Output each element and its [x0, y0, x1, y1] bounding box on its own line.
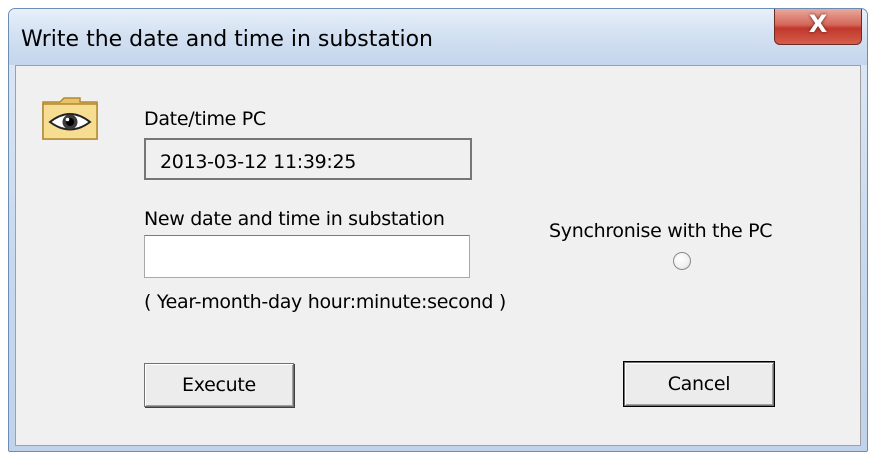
pc-time-label: Date/time PC — [144, 108, 266, 130]
eye-folder-icon — [40, 94, 100, 142]
title-bar[interactable]: Write the date and time in substation X — [9, 9, 867, 65]
cancel-button[interactable]: Cancel — [623, 361, 775, 407]
sync-radio[interactable] — [673, 252, 691, 270]
dialog-window: Write the date and time in substation X … — [8, 8, 868, 452]
pc-time-value: 2013-03-12 11:39:25 — [144, 138, 472, 180]
close-icon: X — [808, 10, 828, 38]
execute-button[interactable]: Execute — [144, 363, 294, 407]
new-time-label: New date and time in substation — [144, 208, 445, 230]
dialog-title: Write the date and time in substation — [21, 27, 433, 52]
dialog-body: Date/time PC 2013-03-12 11:39:25 New dat… — [15, 65, 861, 446]
close-button[interactable]: X — [774, 9, 862, 45]
sync-label: Synchronise with the PC — [549, 220, 773, 242]
new-time-input[interactable] — [144, 235, 470, 278]
format-hint: ( Year-month-day hour:minute:second ) — [144, 291, 506, 313]
